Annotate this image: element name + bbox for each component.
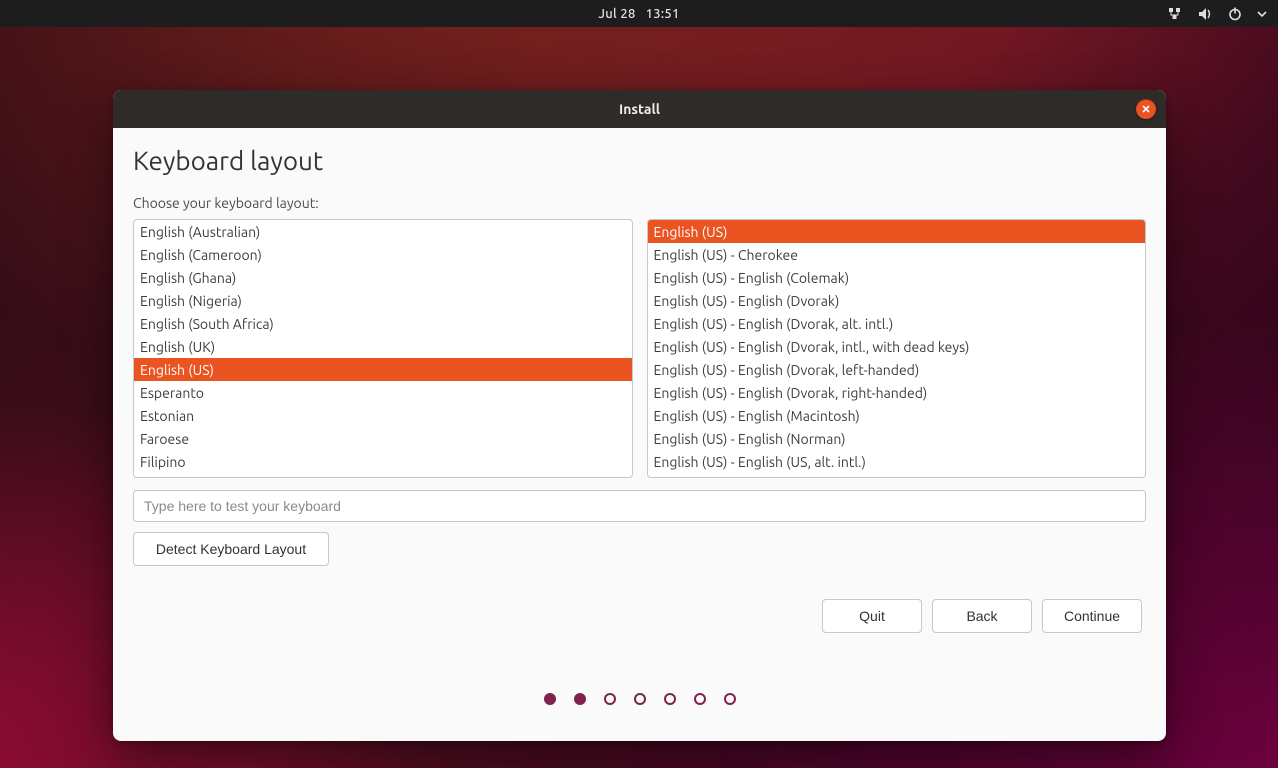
- clock-date: Jul 28: [598, 7, 635, 21]
- layout-item-label: English (Ghana): [140, 270, 236, 286]
- layout-item-label: English (UK): [140, 339, 215, 355]
- progress-dot: [664, 693, 676, 705]
- layout-item[interactable]: Faroese: [134, 427, 632, 450]
- variant-item[interactable]: English (US) - English (Dvorak, left-han…: [648, 358, 1146, 381]
- variant-item-label: English (US) - English (Macintosh): [654, 408, 860, 424]
- layout-item-label: English (US): [140, 362, 214, 378]
- progress-dot: [574, 693, 586, 705]
- progress-dots: [113, 693, 1166, 705]
- progress-dot: [724, 693, 736, 705]
- system-tray[interactable]: [1168, 0, 1268, 27]
- layout-list-left[interactable]: English (Australian) English (Cameroon) En…: [133, 219, 633, 478]
- variant-item[interactable]: English (US) - English (Dvorak, right-ha…: [648, 381, 1146, 404]
- layout-item[interactable]: English (UK): [134, 335, 632, 358]
- variant-item[interactable]: English (US): [648, 220, 1146, 243]
- detect-keyboard-button[interactable]: Detect Keyboard Layout: [133, 532, 329, 566]
- clock[interactable]: Jul 28 13:51: [598, 7, 679, 21]
- layout-item[interactable]: Filipino: [134, 450, 632, 473]
- layout-item-label: English (South Africa): [140, 316, 274, 332]
- variant-item-label: English (US) - English (Dvorak, intl., w…: [654, 339, 970, 355]
- chevron-down-icon: [1256, 7, 1268, 21]
- quit-button[interactable]: Quit: [822, 599, 922, 633]
- layout-item[interactable]: English (Nigeria): [134, 289, 632, 312]
- layout-item-label: Estonian: [140, 408, 194, 424]
- progress-dot: [544, 693, 556, 705]
- back-button[interactable]: Back: [932, 599, 1032, 633]
- variant-item[interactable]: English (US) - English (Colemak): [648, 266, 1146, 289]
- layout-item[interactable]: English (Australian): [134, 220, 632, 243]
- volume-icon: [1198, 7, 1214, 21]
- installer-window: Install Keyboard layout Choose your keyb…: [113, 90, 1166, 741]
- layout-lists: English (Australian) English (Cameroon) En…: [133, 219, 1146, 478]
- prompt-label: Choose your keyboard layout:: [133, 195, 1146, 211]
- continue-button[interactable]: Continue: [1042, 599, 1142, 633]
- layout-item-label: English (Australian): [140, 224, 260, 240]
- layout-item[interactable]: English (Cameroon): [134, 243, 632, 266]
- layout-item-label: Faroese: [140, 431, 189, 447]
- window-title: Install: [619, 101, 660, 117]
- layout-item[interactable]: English (US): [134, 358, 632, 381]
- close-icon: [1141, 101, 1151, 117]
- variant-item[interactable]: English (US) - English (Macintosh): [648, 404, 1146, 427]
- variant-item-label: English (US) - English (Colemak): [654, 270, 850, 286]
- layout-item-label: English (Cameroon): [140, 247, 262, 263]
- clock-time: 13:51: [646, 7, 680, 21]
- power-icon: [1228, 7, 1242, 21]
- layout-item[interactable]: Esperanto: [134, 381, 632, 404]
- keyboard-test-input[interactable]: [133, 490, 1146, 522]
- variant-item-label: English (US) - English (Dvorak, alt. int…: [654, 316, 894, 332]
- page-title: Keyboard layout: [133, 146, 1146, 175]
- layout-item[interactable]: English (South Africa): [134, 312, 632, 335]
- window-titlebar[interactable]: Install: [113, 90, 1166, 128]
- variant-item-label: English (US): [654, 224, 728, 240]
- close-button[interactable]: [1136, 99, 1156, 119]
- variant-item-label: English (US) - English (US, alt. intl.): [654, 454, 866, 470]
- layout-item-label: Filipino: [140, 454, 186, 470]
- variant-item-label: English (US) - English (Dvorak): [654, 293, 840, 309]
- variant-item-label: English (US) - English (Norman): [654, 431, 846, 447]
- variant-item[interactable]: English (US) - English (US, alt. intl.): [648, 450, 1146, 473]
- variant-item[interactable]: English (US) - English (Dvorak): [648, 289, 1146, 312]
- variant-item[interactable]: English (US) - English (Norman): [648, 427, 1146, 450]
- variant-item-label: English (US) - English (Dvorak, right-ha…: [654, 385, 928, 401]
- progress-dot: [634, 693, 646, 705]
- layout-item[interactable]: Estonian: [134, 404, 632, 427]
- variant-item-label: English (US) - English (Dvorak, left-han…: [654, 362, 920, 378]
- variant-item[interactable]: English (US) - English (Dvorak, intl., w…: [648, 335, 1146, 358]
- layout-item-label: Esperanto: [140, 385, 204, 401]
- layout-item[interactable]: English (Ghana): [134, 266, 632, 289]
- progress-dot: [604, 693, 616, 705]
- system-top-bar: Jul 28 13:51: [0, 0, 1278, 27]
- footer-buttons: Quit Back Continue: [822, 599, 1142, 633]
- window-content: Keyboard layout Choose your keyboard lay…: [113, 128, 1166, 741]
- network-icon: [1168, 7, 1184, 21]
- variant-item-label: English (US) - Cherokee: [654, 247, 798, 263]
- layout-item-label: English (Nigeria): [140, 293, 242, 309]
- progress-dot: [694, 693, 706, 705]
- layout-list-right[interactable]: English (US) English (US) - Cherokee Engli…: [647, 219, 1147, 478]
- variant-item[interactable]: English (US) - Cherokee: [648, 243, 1146, 266]
- variant-item[interactable]: English (US) - English (Dvorak, alt. int…: [648, 312, 1146, 335]
